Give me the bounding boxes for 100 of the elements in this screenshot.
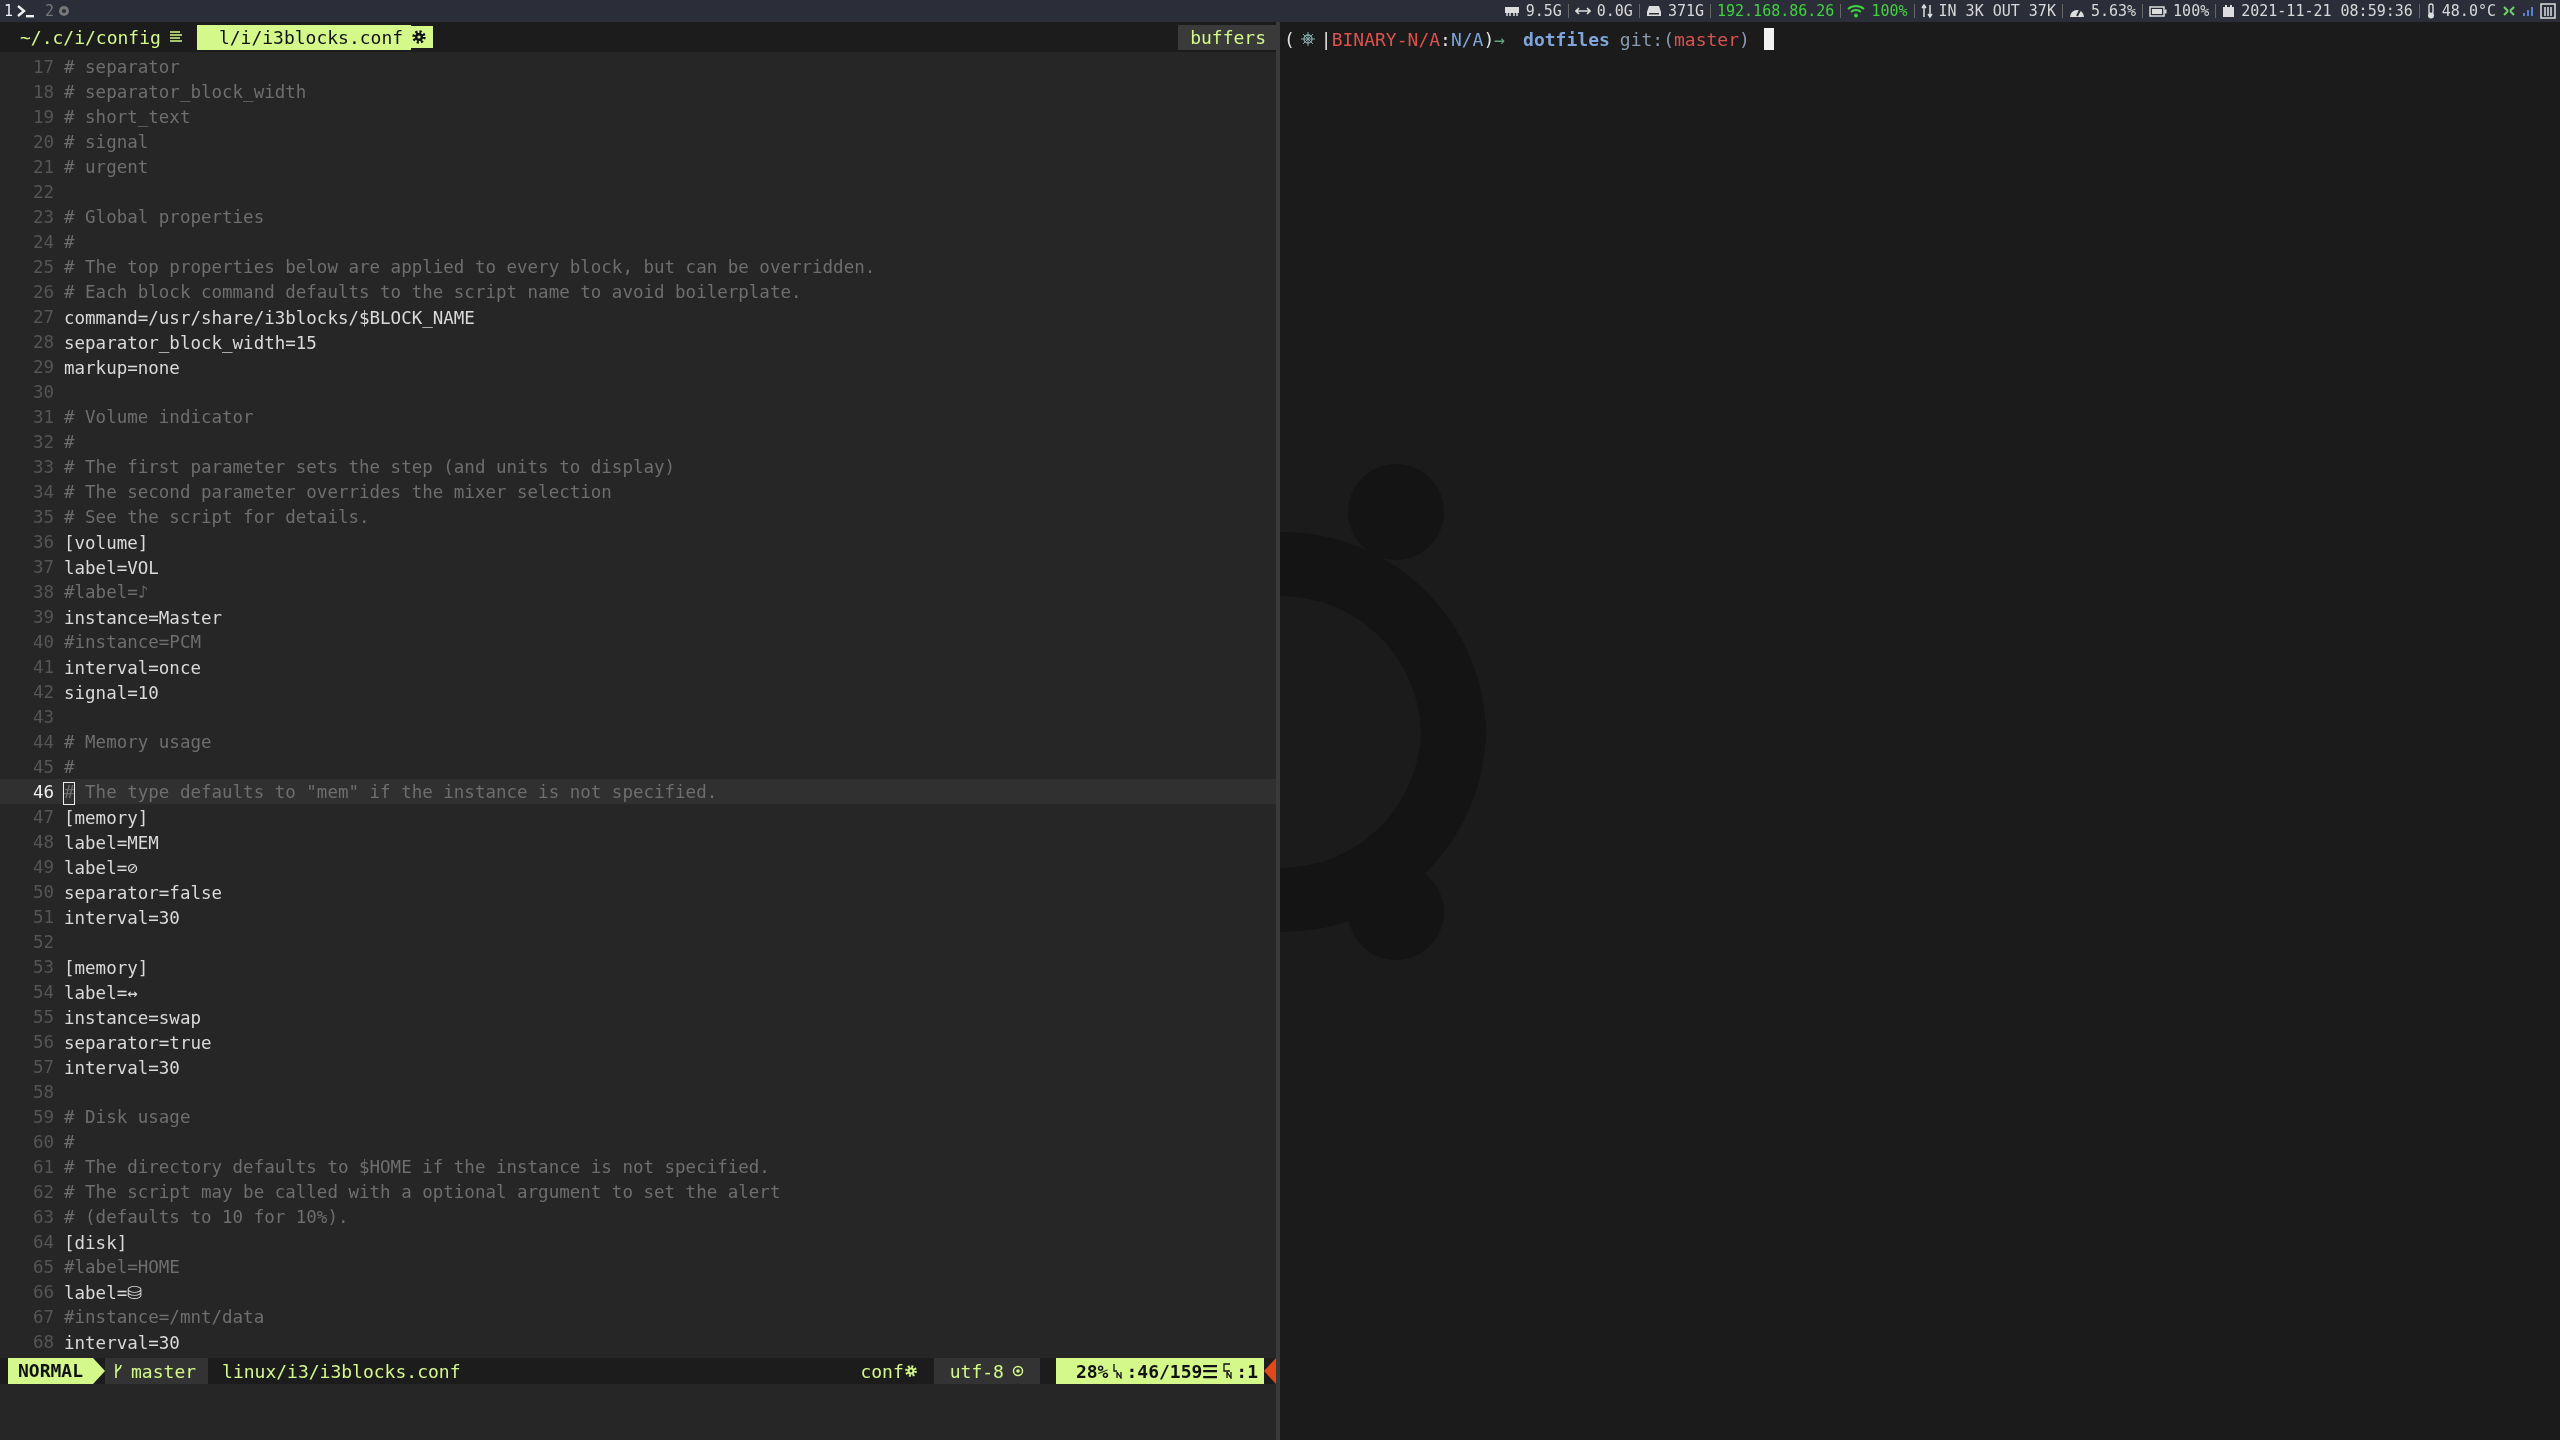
gear-icon [903,1364,918,1378]
status-text: 100% [2173,2,2210,20]
code-line: label=⊘ [64,856,139,878]
code-line: # The script may be called with a optional argument to set the alert [64,1181,781,1202]
status-text: 2021-11-21 08:59:36 [2241,2,2413,20]
line-icon [1112,1363,1123,1379]
status-text: 371G [1667,2,1704,20]
prompt-text: | [1320,28,1332,50]
line-number: 46 [31,781,55,802]
file-path: linux/i3/i3blocks.conf [222,1360,461,1382]
status-text: 0.0G [1596,2,1633,20]
code-line: command=/usr/share/i3blocks/$BLOCK_NAME [64,306,476,328]
code-line: # The second parameter overrides the mixer selection [64,481,612,502]
code-line: # The type defaults to "mem" if the instance is not specified. [64,781,718,802]
code-line: [disk] [64,1231,129,1253]
scroll-percent: 28% [1075,1360,1109,1382]
code-line: # [64,431,75,452]
text-cursor [1763,28,1774,50]
terminal-icon [17,4,36,18]
code-line: # [64,756,75,777]
code-line: separator=false [64,881,224,903]
code-line: # signal [64,131,149,152]
code-line: # [64,231,75,252]
code-line: # separator_block_width [64,81,307,102]
workspace-button[interactable]: 1 [4,2,36,20]
circle-icon [1011,1365,1024,1377]
code-line: label=VOL [64,556,160,578]
code-line: interval=once [64,656,202,678]
code-line: # Volume indicator [64,406,254,427]
code-line: markup=none [64,356,181,378]
code-line: # The top properties below are applied to every block, but can be overridden. [64,256,876,277]
branch-icon [113,1363,124,1379]
prompt-text: : [1440,28,1451,50]
code-line: [volume] [64,531,150,553]
memory-chip-icon [1503,5,1520,17]
status-text: IN 3K OUT 37K [1938,2,2056,20]
double-arrow-icon [1574,5,1591,17]
code-line: instance=Master [64,606,224,628]
status-text: 48.0°C [2441,2,2496,20]
current-directory: dotfiles [1523,28,1610,50]
signal-bars-icon[interactable] [2522,6,2534,16]
prompt-text: BINARY-N/A [1331,28,1441,50]
up-down-arrows-icon [1920,4,1933,18]
code-line: # The directory defaults to $HOME if the instance is not specified. [64,1156,770,1177]
code-line: # urgent [64,156,149,177]
code-line: # [64,1131,75,1152]
column-icon [1222,1363,1233,1379]
cursor-column: :1 [1236,1360,1258,1382]
code-line: interval=30 [64,906,181,928]
code-line: # Disk usage [64,1106,191,1127]
status-text: 5.63% [2090,2,2137,20]
helm-wheel-icon [1300,32,1315,46]
prompt-text: ( [1284,28,1295,50]
buffers-label: buffers [1178,24,1276,50]
thermometer-icon [2425,3,2436,19]
cursor-line: :46/159☰ [1126,1360,1219,1382]
code-line: label=MEM [64,831,160,853]
battery-icon [2149,5,2168,17]
code-line: label=↔ [64,981,139,1003]
status-text: 9.5G [1525,2,1562,20]
code-line: # separator [64,56,180,77]
code-line: #label=♪ [64,581,149,602]
buffer-tab[interactable]: ~/.c/i/config [16,24,169,50]
prompt-text: → [1494,28,1506,50]
code-line: [memory] [64,806,150,828]
globe-icon [58,5,71,17]
code-line: separator=true [64,1031,213,1053]
buffer-tab[interactable]: l/i/i3blocks.conf [196,24,412,50]
hard-drive-icon [1645,5,1662,17]
code-line: separator_block_width=15 [64,331,318,353]
code-line: [memory] [64,956,150,978]
code-line: # Memory usage [64,731,212,752]
code-line: #instance=PCM [64,631,201,652]
code-line: #label=HOME [64,1256,180,1277]
code-line: # Each block command defaults to the script name to avoid boilerplate. [64,281,802,302]
gear-icon [411,26,434,48]
prompt-text: ) [1483,28,1495,50]
code-line: interval=30 [64,1331,181,1353]
code-line: signal=10 [64,681,160,703]
git-branch: master [131,1360,197,1382]
prompt-text: N/A [1450,28,1484,50]
calendar-icon [2222,4,2236,18]
code-line: # short_text [64,106,191,127]
file-encoding: utf-8 [949,1360,1004,1382]
code-line: # Global properties [64,206,265,227]
code-line: instance=swap [64,1006,202,1028]
wifi-icon [1847,4,1866,18]
code-line: # (defaults to 10 for 10%). [64,1206,349,1227]
git-label: git:( [1619,28,1674,50]
file-type: conf [860,1360,904,1382]
code-line: # See the script for details. [64,506,370,527]
status-text: 100% [1871,2,1908,20]
status-text: 192.168.86.26 [1717,2,1835,20]
powerline-arrow-icon [93,1358,106,1384]
git-branch: master [1674,28,1740,50]
git-label: ) [1739,28,1750,50]
code-line: #instance=/mnt/data [64,1306,265,1327]
code-line: # The first parameter sets the step (and units to display) [64,456,676,477]
lines-icon [168,30,183,44]
code-line: interval=30 [64,1056,181,1078]
